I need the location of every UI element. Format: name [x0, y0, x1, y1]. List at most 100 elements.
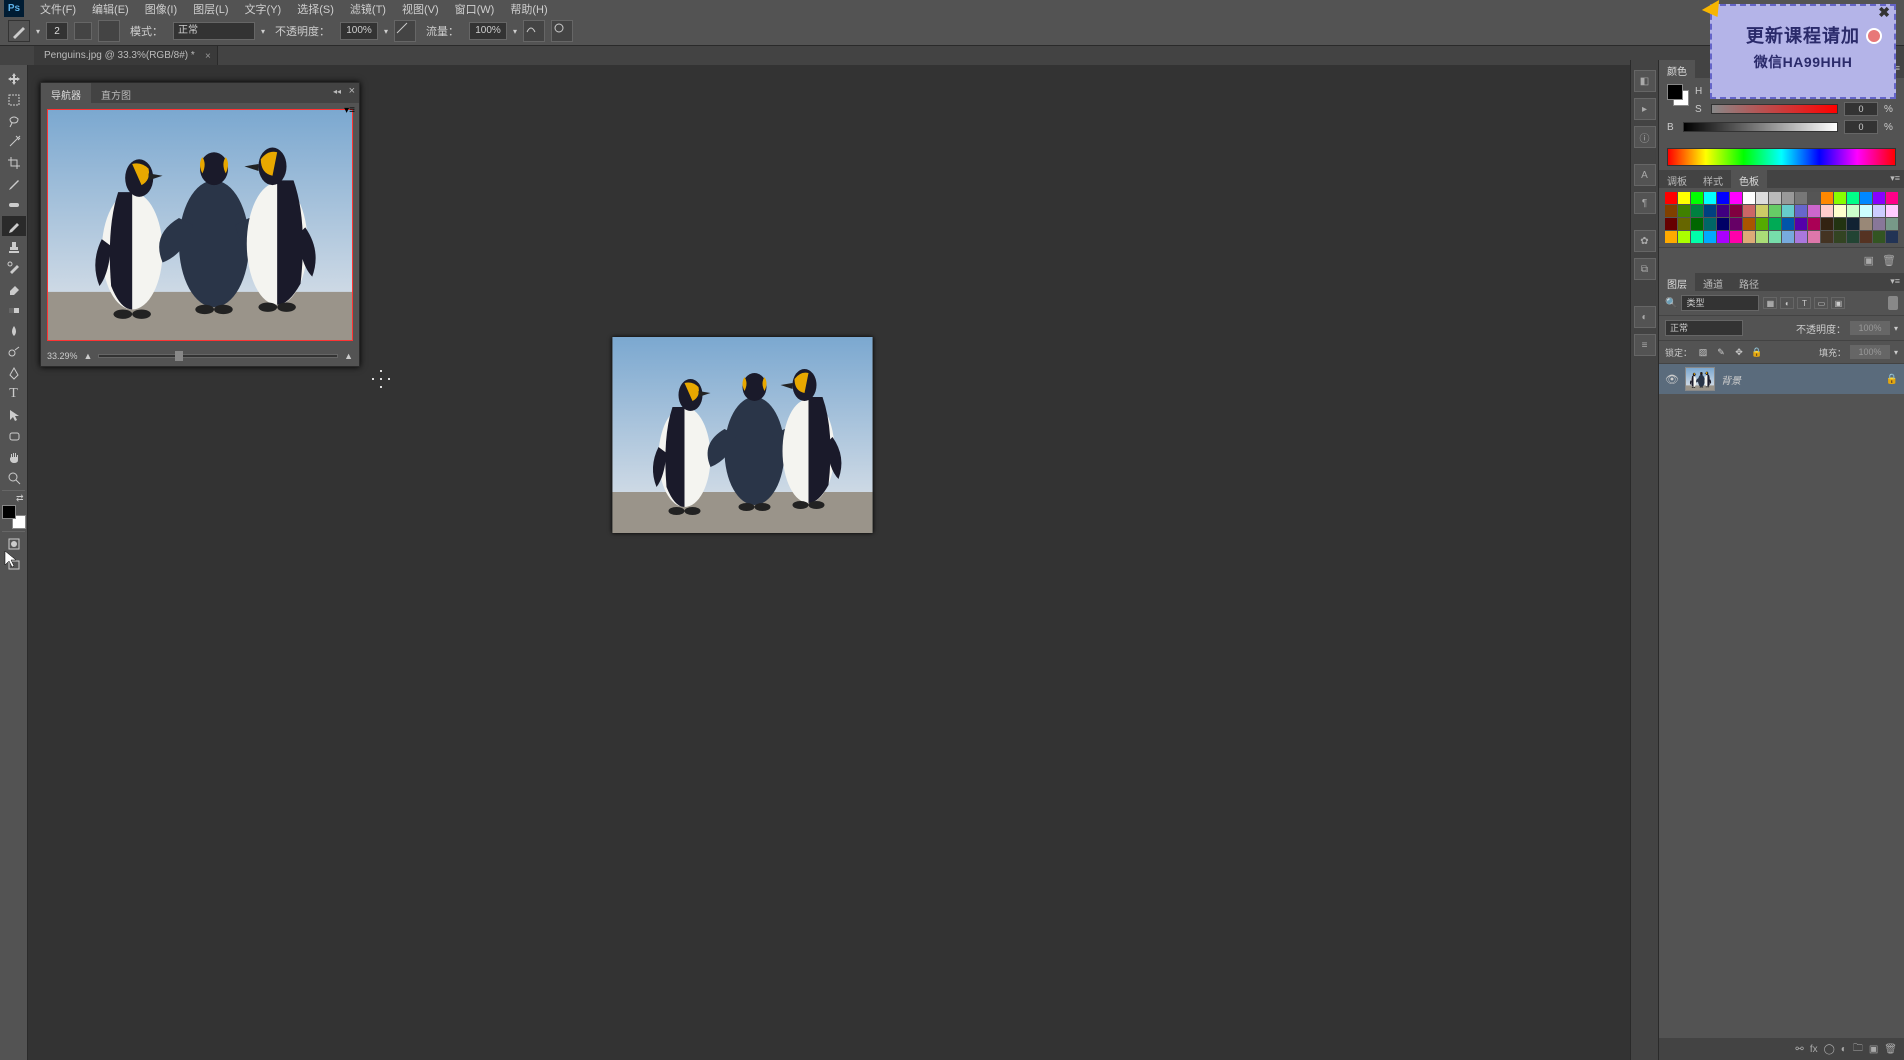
swatch[interactable] [1782, 192, 1794, 204]
layer-thumbnail[interactable] [1685, 367, 1715, 391]
panel-close-icon[interactable]: × [349, 85, 355, 97]
eraser-tool[interactable] [2, 279, 26, 299]
panel-collapse-icon[interactable]: ◂◂ [333, 87, 341, 96]
swatch[interactable] [1730, 192, 1742, 204]
eyedropper-tool[interactable] [2, 174, 26, 194]
swatch[interactable] [1873, 205, 1885, 217]
swatch[interactable] [1808, 205, 1820, 217]
foreground-color[interactable] [2, 505, 16, 519]
hand-tool[interactable] [2, 447, 26, 467]
swatch[interactable] [1769, 192, 1781, 204]
adjustment-layer-icon[interactable]: ◐ [1841, 1044, 1847, 1055]
swatch[interactable] [1860, 192, 1872, 204]
color-spectrum[interactable] [1667, 148, 1896, 166]
swatch[interactable] [1886, 218, 1898, 230]
swatch[interactable] [1717, 231, 1729, 243]
channels-tab[interactable]: 通道 [1695, 273, 1731, 291]
layer-filter-icon[interactable]: 🔍 [1665, 298, 1677, 309]
swatch[interactable] [1678, 231, 1690, 243]
swatch[interactable] [1834, 192, 1846, 204]
swatch[interactable] [1795, 231, 1807, 243]
fill-input[interactable]: 100% [1850, 345, 1890, 359]
move-tool[interactable] [2, 69, 26, 89]
swatch[interactable] [1782, 231, 1794, 243]
menu-filter[interactable]: 滤镜(T) [342, 1, 394, 17]
swatch[interactable] [1730, 205, 1742, 217]
new-swatch-icon[interactable]: ▣ [1864, 254, 1874, 267]
swatch[interactable] [1704, 231, 1716, 243]
swatch[interactable] [1717, 218, 1729, 230]
swatch[interactable] [1808, 192, 1820, 204]
dock-icon-brushes[interactable]: ✿ [1634, 230, 1656, 252]
swatches-tab[interactable]: 色板 [1731, 170, 1767, 188]
gradient-tool[interactable] [2, 300, 26, 320]
zoom-out-icon[interactable]: ▲ [84, 351, 93, 361]
swatch[interactable] [1691, 231, 1703, 243]
swatch[interactable] [1678, 218, 1690, 230]
layer-kind-select[interactable]: 类型 [1681, 295, 1759, 311]
swatch[interactable] [1691, 192, 1703, 204]
swatch[interactable] [1886, 231, 1898, 243]
bri-slider[interactable] [1683, 122, 1838, 132]
swatch[interactable] [1860, 205, 1872, 217]
stamp-tool[interactable] [2, 237, 26, 257]
opacity-arrow-icon[interactable]: ▾ [1894, 324, 1898, 333]
swatch[interactable] [1665, 205, 1677, 217]
swatch[interactable] [1821, 218, 1833, 230]
dock-icon-adjustments[interactable]: ◐ [1634, 306, 1656, 328]
brush-size-input[interactable]: 2 [46, 22, 68, 40]
document-canvas[interactable] [612, 337, 873, 533]
color-fg-swatch[interactable] [1667, 84, 1683, 100]
opacity-input[interactable]: 100% [340, 22, 378, 40]
swatch[interactable] [1808, 231, 1820, 243]
swatch[interactable] [1821, 205, 1833, 217]
layer-group-icon[interactable]: 🗀 [1853, 1041, 1863, 1058]
dock-icon-styles[interactable]: ≡ [1634, 334, 1656, 356]
panel-menu-icon[interactable]: ▾≡ [344, 105, 355, 116]
healing-tool[interactable] [2, 195, 26, 215]
crop-tool[interactable] [2, 153, 26, 173]
navigator-panel[interactable]: 导航器 直方图 ◂◂ × ▾≡ 33.29% ▲ ▲ [40, 82, 360, 367]
menu-view[interactable]: 视图(V) [394, 1, 447, 17]
swatch[interactable] [1704, 218, 1716, 230]
swatch[interactable] [1691, 218, 1703, 230]
dock-icon-paragraph[interactable]: ¶ [1634, 192, 1656, 214]
lock-transparency-icon[interactable]: ▨ [1696, 346, 1710, 358]
dodge-tool[interactable] [2, 342, 26, 362]
lock-all-icon[interactable]: 🔒 [1750, 346, 1764, 358]
swatch[interactable] [1873, 192, 1885, 204]
navigator-header[interactable]: 导航器 直方图 ◂◂ × [41, 83, 359, 103]
layer-lock-icon[interactable]: 🔒 [1886, 374, 1898, 385]
swatch[interactable] [1795, 192, 1807, 204]
swatch[interactable] [1678, 205, 1690, 217]
close-tab-icon[interactable]: × [205, 47, 211, 66]
layer-mask-icon[interactable]: ◯ [1824, 1044, 1835, 1055]
new-layer-icon[interactable]: ▣ [1869, 1044, 1878, 1055]
swatch[interactable] [1691, 205, 1703, 217]
brush-preset-picker[interactable] [74, 22, 92, 40]
shape-tool[interactable] [2, 426, 26, 446]
swatch[interactable] [1782, 218, 1794, 230]
swatch[interactable] [1717, 192, 1729, 204]
mode-dropdown-icon[interactable]: ▾ [261, 27, 265, 36]
swatch[interactable] [1665, 218, 1677, 230]
swap-colors-icon[interactable]: ⇄ [2, 493, 26, 503]
swatch[interactable] [1769, 205, 1781, 217]
swatch[interactable] [1756, 205, 1768, 217]
swatch[interactable] [1730, 218, 1742, 230]
marquee-tool[interactable] [2, 90, 26, 110]
swatch[interactable] [1860, 218, 1872, 230]
swatches-panel-menu-icon[interactable]: ▾≡ [1890, 173, 1900, 184]
history-brush-tool[interactable] [2, 258, 26, 278]
wand-tool[interactable] [2, 132, 26, 152]
sat-input[interactable]: 0 [1844, 102, 1878, 116]
swatch[interactable] [1665, 231, 1677, 243]
document-tab[interactable]: Penguins.jpg @ 33.3%(RGB/8#) * × [34, 46, 218, 65]
layers-panel-menu-icon[interactable]: ▾≡ [1890, 276, 1900, 287]
swatch[interactable] [1834, 231, 1846, 243]
menu-window[interactable]: 窗口(W) [447, 1, 503, 17]
swatch[interactable] [1756, 192, 1768, 204]
fill-arrow-icon[interactable]: ▾ [1894, 348, 1898, 357]
layer-fx-icon[interactable]: fx [1810, 1044, 1818, 1055]
histogram-tab[interactable]: 直方图 [91, 83, 141, 103]
